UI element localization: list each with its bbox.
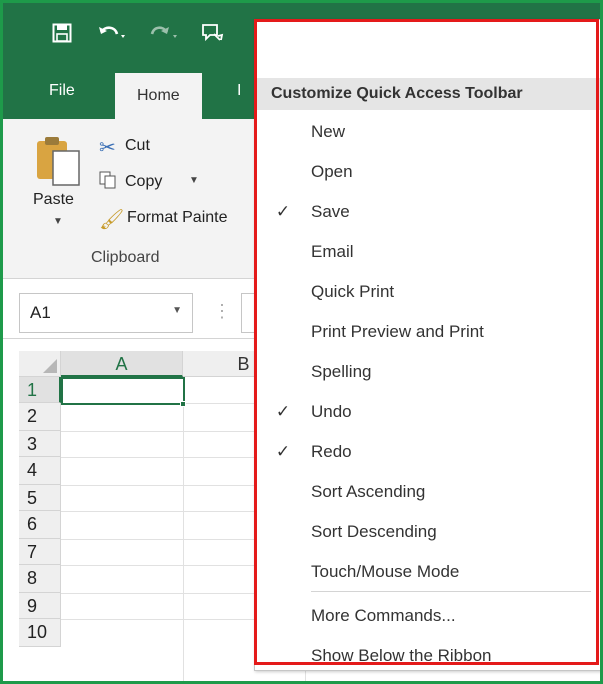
- menu-item-label: More Commands...: [311, 606, 456, 625]
- menu-separator: [311, 591, 591, 592]
- paste-icon[interactable]: [33, 133, 85, 193]
- row-header-8[interactable]: 8: [19, 565, 61, 593]
- menu-item-touch-mouse-mode[interactable]: Touch/Mouse Mode: [255, 552, 600, 592]
- touch-mode-icon[interactable]: [197, 17, 227, 49]
- row-header-label: 7: [27, 542, 38, 562]
- menu-item-label: Email: [311, 242, 354, 261]
- row-header-10[interactable]: 10: [19, 619, 61, 647]
- row-header-label: 8: [27, 568, 38, 588]
- copy-button[interactable]: Copy: [125, 173, 162, 191]
- row-header-label: 6: [27, 514, 38, 534]
- checkmark-icon: ✓: [275, 402, 291, 421]
- menu-item-label: Show Below the Ribbon: [311, 646, 492, 665]
- row-header-4[interactable]: 4: [19, 457, 61, 485]
- excel-window: 1 File Home I Paste ▼ ✂ Cut Copy ▼ 🖌 For…: [0, 0, 603, 684]
- menu-item-save[interactable]: ✓ Save: [255, 192, 600, 232]
- tab-home[interactable]: Home: [115, 73, 202, 119]
- menu-item-show-below-the-ribbon[interactable]: Show Below the Ribbon: [255, 636, 600, 676]
- cut-button[interactable]: Cut: [125, 137, 150, 155]
- tab-file[interactable]: File: [35, 63, 89, 119]
- tab-insert[interactable]: I: [225, 63, 253, 119]
- menu-item-label: Redo: [311, 442, 352, 461]
- name-box[interactable]: A1 ▼: [19, 293, 193, 333]
- row-header-label: 10: [27, 622, 48, 642]
- menu-item-quick-print[interactable]: Quick Print: [255, 272, 600, 312]
- row-header-7[interactable]: 7: [19, 539, 61, 565]
- row-header-label: 1: [27, 380, 38, 400]
- redo-icon[interactable]: [147, 17, 181, 49]
- column-header-label: B: [237, 354, 250, 374]
- menu-item-label: Save: [311, 202, 350, 221]
- menu-item-open[interactable]: Open: [255, 152, 600, 192]
- checkmark-icon: ✓: [275, 442, 291, 461]
- row-header-label: 4: [27, 460, 38, 480]
- tab-file-label: File: [49, 82, 75, 99]
- column-header-a[interactable]: A: [61, 351, 183, 377]
- formula-separator-icon: ⋮: [213, 301, 231, 321]
- paste-dropdown-icon[interactable]: ▼: [53, 216, 63, 227]
- row-header-2[interactable]: 2: [19, 403, 61, 431]
- menu-item-sort-ascending[interactable]: Sort Ascending: [255, 472, 600, 512]
- format-painter-icon[interactable]: 🖌: [99, 207, 124, 232]
- row-header-3[interactable]: 3: [19, 431, 61, 457]
- name-box-dropdown-icon[interactable]: ▼: [172, 305, 182, 316]
- row-header-1[interactable]: 1: [19, 377, 61, 403]
- row-header-5[interactable]: 5: [19, 485, 61, 511]
- save-icon[interactable]: [47, 17, 77, 49]
- menu-item-label: Sort Descending: [311, 522, 437, 541]
- menu-item-label: Undo: [311, 402, 352, 421]
- menu-item-redo[interactable]: ✓ Redo: [255, 432, 600, 472]
- row-header-label: 3: [27, 434, 38, 454]
- menu-item-more-commands[interactable]: More Commands...: [255, 596, 600, 636]
- row-header-label: 9: [27, 596, 38, 616]
- customize-qat-menu: Customize Quick Access Toolbar New Open ✓ S…: [254, 19, 600, 671]
- menu-title: Customize Quick Access Toolbar: [255, 78, 600, 110]
- menu-item-email[interactable]: Email: [255, 232, 600, 272]
- tab-insert-label: I: [237, 82, 242, 99]
- row-header-label: 2: [27, 406, 38, 426]
- copy-dropdown-icon[interactable]: ▼: [189, 175, 199, 186]
- cut-icon[interactable]: ✂: [99, 135, 116, 160]
- menu-item-label: New: [311, 122, 346, 141]
- tab-home-label: Home: [137, 87, 180, 104]
- menu-item-label: Open: [311, 162, 353, 181]
- clipboard-group-label: Clipboard: [91, 249, 160, 266]
- select-all-corner[interactable]: [19, 351, 61, 377]
- row-header-6[interactable]: 6: [19, 511, 61, 539]
- row-header-label: 5: [27, 488, 38, 508]
- menu-item-spelling[interactable]: Spelling: [255, 352, 600, 392]
- column-header-label: A: [115, 354, 128, 374]
- menu-item-label: Print Preview and Print: [311, 322, 484, 341]
- row-header-9[interactable]: 9: [19, 593, 61, 619]
- menu-item-sort-descending[interactable]: Sort Descending: [255, 512, 600, 552]
- menu-item-label: Spelling: [311, 362, 372, 381]
- menu-item-print-preview-and-print[interactable]: Print Preview and Print: [255, 312, 600, 352]
- paste-button[interactable]: Paste: [33, 191, 74, 209]
- undo-icon[interactable]: [95, 17, 129, 49]
- format-painter-button[interactable]: Format Painte: [127, 209, 227, 227]
- menu-item-label: Sort Ascending: [311, 482, 426, 501]
- menu-item-label: Touch/Mouse Mode: [311, 562, 460, 581]
- checkmark-icon: ✓: [275, 202, 291, 221]
- name-box-value: A1: [30, 303, 51, 322]
- copy-icon[interactable]: [99, 171, 117, 189]
- menu-item-undo[interactable]: ✓ Undo: [255, 392, 600, 432]
- menu-item-new[interactable]: New: [255, 112, 600, 152]
- menu-item-label: Quick Print: [311, 282, 395, 301]
- active-cell-a1[interactable]: [61, 377, 185, 405]
- fill-handle[interactable]: [180, 401, 186, 407]
